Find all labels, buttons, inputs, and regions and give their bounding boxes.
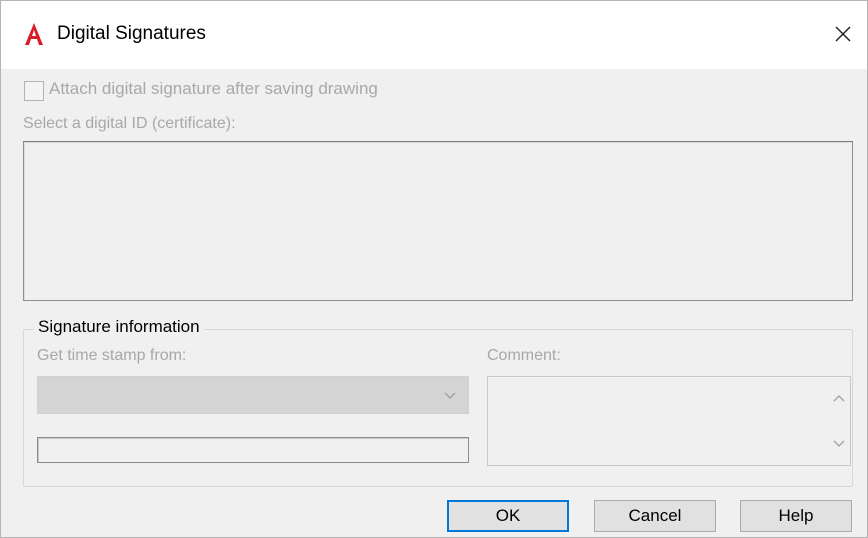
help-button[interactable]: Help (740, 500, 852, 532)
certificate-label: Select a digital ID (certificate): (23, 115, 236, 132)
timestamp-dropdown[interactable] (37, 376, 469, 414)
comment-label: Comment: (487, 347, 561, 364)
dialog-content: Attach digital signature after saving dr… (1, 69, 867, 537)
chevron-up-icon[interactable] (831, 391, 847, 407)
cancel-button[interactable]: Cancel (594, 500, 716, 532)
timestamp-label: Get time stamp from: (37, 347, 187, 364)
certificate-list[interactable] (23, 141, 853, 301)
title-bar[interactable]: Digital Signatures (1, 1, 867, 69)
attach-signature-label: Attach digital signature after saving dr… (49, 79, 378, 98)
signature-information-title: Signature information (34, 317, 204, 337)
timestamp-text-field[interactable] (37, 437, 469, 463)
window-title: Digital Signatures (57, 23, 206, 44)
chevron-down-icon (442, 387, 458, 403)
autocad-a-icon (23, 21, 45, 47)
close-icon (835, 26, 851, 42)
comment-scrollbar[interactable] (828, 377, 850, 465)
ok-button[interactable]: OK (447, 500, 569, 532)
chevron-down-icon[interactable] (831, 435, 847, 451)
comment-textarea[interactable] (487, 376, 851, 466)
close-button[interactable] (819, 11, 867, 57)
attach-signature-checkbox[interactable] (24, 81, 44, 101)
digital-signatures-dialog: Digital Signatures Attach digital signat… (0, 0, 868, 538)
